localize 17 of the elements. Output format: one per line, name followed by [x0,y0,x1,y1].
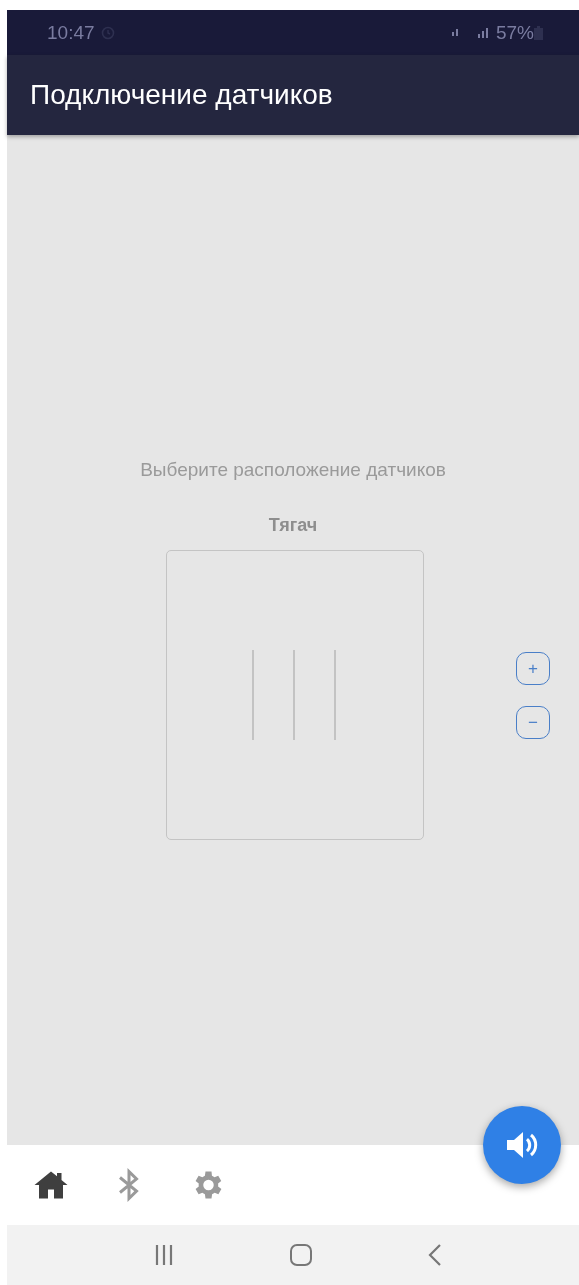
screen-title: Подключение датчиков [30,79,333,111]
clock-time: 10:47 [47,21,95,44]
sound-button[interactable] [483,1106,561,1184]
battery-level: 57% [495,21,534,44]
signal-icon [477,27,488,38]
back-icon [427,1243,442,1267]
zoom-in-button[interactable]: + [516,652,550,685]
recent-apps-icon [154,1244,175,1266]
home-button[interactable] [289,1243,313,1267]
recent-apps-button[interactable] [154,1244,175,1266]
vehicle-label: Тягач [268,515,318,535]
zoom-out-button[interactable]: − [516,706,550,739]
instruction-text: Выберите расположение датчиков [140,459,446,480]
back-button[interactable] [427,1243,442,1267]
alarm-icon [100,25,115,40]
signal-icon [451,29,458,36]
speaker-icon [505,1130,539,1160]
